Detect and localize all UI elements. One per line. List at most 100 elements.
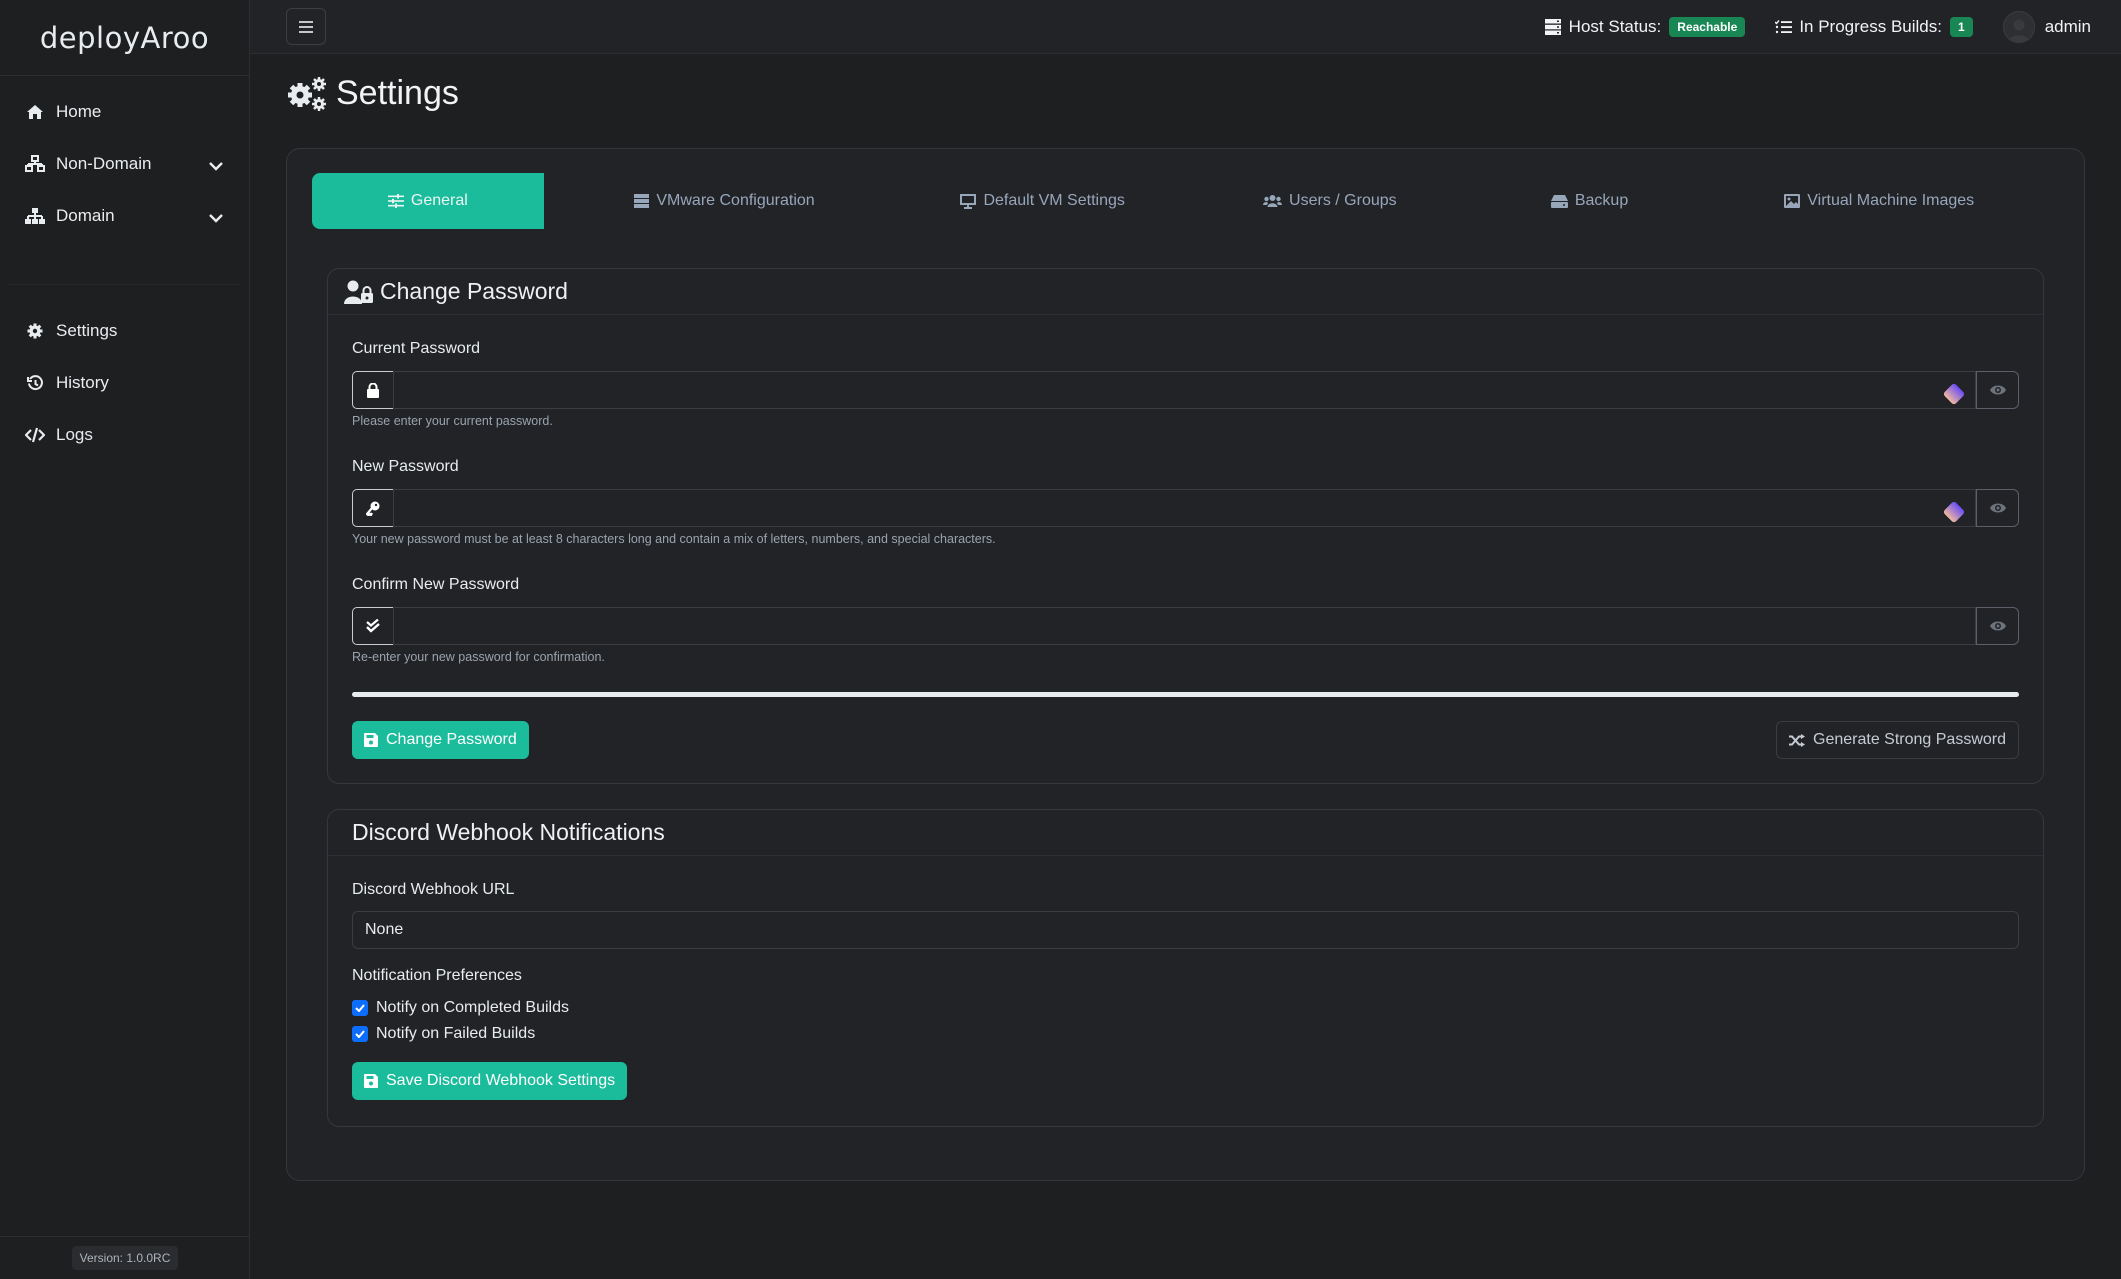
settings-tabs: General VMware Configuration Default VM … [312, 173, 2059, 229]
lock-icon [352, 371, 393, 409]
section-title: Discord Webhook Notifications [352, 819, 665, 845]
tab-general[interactable]: General [312, 173, 544, 229]
webhook-url-input[interactable] [352, 911, 2019, 949]
sliders-icon [387, 194, 404, 208]
version-footer: Version: 1.0.0RC [0, 1236, 250, 1279]
topbar: Host Status: Reachable In Progress Build… [250, 0, 2121, 54]
topbar-status: Host Status: Reachable In Progress Build… [1515, 0, 2091, 54]
sidebar-item-home[interactable]: Home [0, 86, 249, 138]
password-manager-icon[interactable] [1941, 381, 1967, 412]
generate-strong-password-button[interactable]: Generate Strong Password [1776, 721, 2019, 759]
tab-label: General [410, 192, 468, 209]
shuffle-icon [1789, 733, 1805, 747]
notify-failed-row: Notify on Failed Builds [352, 1025, 535, 1043]
sidebar-item-label: Settings [56, 321, 118, 340]
chevron-down-icon[interactable] [209, 208, 223, 228]
eye-icon [1989, 385, 2006, 395]
chevron-down-icon[interactable] [209, 156, 223, 176]
current-password-help: Please enter your current password. [352, 414, 553, 428]
history-icon [24, 374, 46, 392]
user-lock-icon [344, 280, 373, 304]
avatar [2002, 11, 2035, 43]
key-icon [352, 489, 393, 527]
settings-card: General VMware Configuration Default VM … [286, 148, 2085, 1181]
image-icon [1784, 194, 1801, 208]
tab-backup[interactable]: Backup [1480, 173, 1700, 229]
check-icon [355, 1030, 365, 1038]
code-icon [24, 426, 46, 444]
server-icon [1544, 19, 1561, 35]
network-icon [24, 155, 46, 173]
version-badge: Version: 1.0.0RC [71, 1246, 179, 1270]
sidebar-item-label: Domain [56, 206, 115, 225]
sidebar-item-label: Home [56, 102, 102, 121]
desktop-icon [960, 193, 977, 209]
hamburger-icon [299, 20, 313, 33]
gears-icon [288, 76, 326, 111]
notification-preferences-label: Notification Preferences [352, 967, 522, 984]
sidebar-item-logs[interactable]: Logs [0, 409, 249, 461]
button-label: Generate Strong Password [1813, 731, 2006, 748]
discord-header: Discord Webhook Notifications [328, 810, 2043, 856]
sidebar-item-domain[interactable]: Domain [0, 190, 249, 242]
confirm-password-help: Re-enter your new password for confirmat… [352, 650, 605, 664]
check-icon [355, 1004, 365, 1012]
tab-users-groups[interactable]: Users / Groups [1180, 173, 1480, 229]
host-status-label: Host Status: [1568, 17, 1662, 36]
confirm-password-group [352, 607, 2019, 645]
toggle-visibility-button[interactable] [1976, 607, 2019, 645]
notify-failed-checkbox[interactable] [352, 1026, 368, 1042]
save-icon [364, 733, 378, 747]
password-manager-icon[interactable] [1941, 499, 1967, 530]
host-status-badge: Reachable [1669, 17, 1746, 37]
sidebar: deployAroo Home Non-Domain Domain Settin… [0, 0, 250, 1279]
sidebar-item-settings[interactable]: Settings [0, 305, 249, 357]
in-progress-builds[interactable]: In Progress Builds: 1 [1775, 17, 1973, 37]
confirm-password-input[interactable] [393, 607, 1976, 645]
host-status: Host Status: Reachable [1544, 17, 1746, 37]
change-password-header: Change Password [328, 269, 2043, 315]
page-title: Settings [286, 74, 459, 113]
user-icon [2007, 19, 2030, 42]
discord-webhook-section: Discord Webhook Notifications Discord We… [327, 809, 2044, 1127]
brand-logo[interactable]: deployAroo [0, 0, 249, 76]
gear-icon [24, 322, 46, 340]
current-password-label: Current Password [352, 340, 481, 357]
home-icon [24, 103, 46, 121]
eye-icon [1989, 621, 2006, 631]
password-strength-bar [352, 692, 2019, 697]
toggle-visibility-button[interactable] [1976, 371, 2019, 409]
sidebar-item-non-domain[interactable]: Non-Domain [0, 138, 249, 190]
checkbox-label[interactable]: Notify on Failed Builds [376, 1025, 535, 1043]
webhook-url-label: Discord Webhook URL [352, 881, 515, 898]
sidebar-toggle-button[interactable] [286, 8, 326, 45]
tab-label: Default VM Settings [983, 192, 1125, 209]
tab-default-vm-settings[interactable]: Default VM Settings [905, 173, 1180, 229]
users-icon [1263, 194, 1283, 208]
button-label: Change Password [386, 731, 517, 748]
notify-completed-checkbox[interactable] [352, 1000, 368, 1016]
current-password-input[interactable] [393, 371, 1976, 409]
user-menu[interactable]: admin [2002, 11, 2091, 43]
tab-label: Virtual Machine Images [1807, 192, 1975, 209]
sidebar-divider [8, 284, 241, 285]
page-title-text: Settings [336, 74, 459, 112]
tasks-icon [1775, 20, 1793, 34]
sitemap-icon [24, 207, 46, 225]
sidebar-item-history[interactable]: History [0, 357, 249, 409]
change-password-button[interactable]: Change Password [352, 721, 529, 759]
new-password-group [352, 489, 2019, 527]
builds-count-badge: 1 [1950, 17, 1973, 37]
toggle-visibility-button[interactable] [1976, 489, 2019, 527]
save-discord-settings-button[interactable]: Save Discord Webhook Settings [352, 1062, 628, 1100]
confirm-password-label: Confirm New Password [352, 576, 520, 593]
section-title: Change Password [380, 278, 568, 304]
new-password-input[interactable] [393, 489, 1976, 527]
tab-vmware-configuration[interactable]: VMware Configuration [544, 173, 906, 229]
tab-virtual-machine-images[interactable]: Virtual Machine Images [1699, 173, 2059, 229]
notify-completed-row: Notify on Completed Builds [352, 999, 569, 1017]
button-label: Save Discord Webhook Settings [386, 1072, 616, 1089]
new-password-help: Your new password must be at least 8 cha… [352, 532, 996, 546]
tab-label: Users / Groups [1289, 192, 1397, 209]
checkbox-label[interactable]: Notify on Completed Builds [376, 999, 569, 1017]
